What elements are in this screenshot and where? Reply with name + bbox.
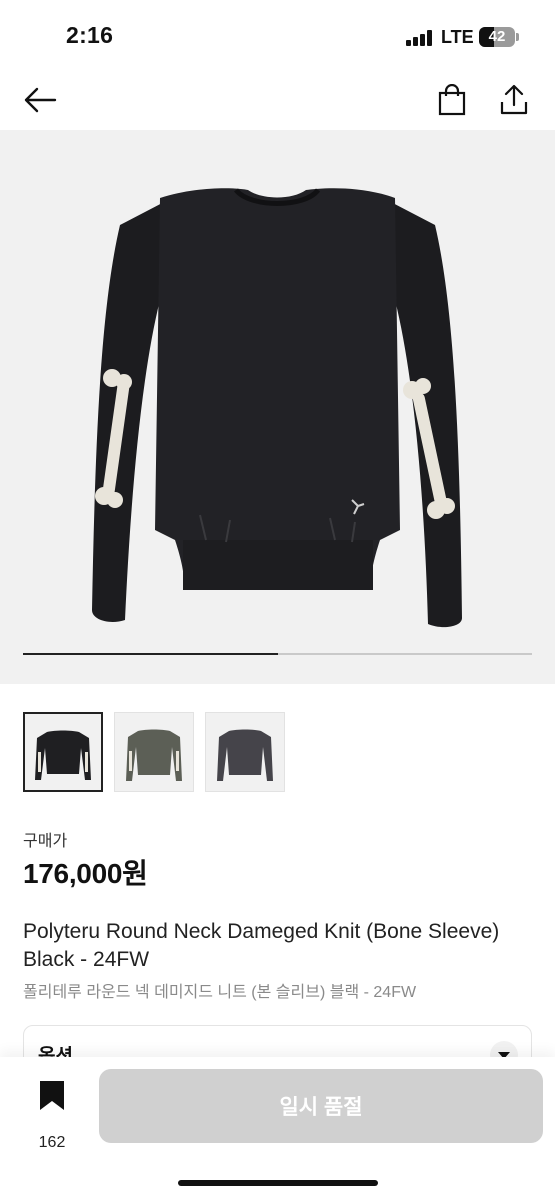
sold-out-button[interactable]: 일시 품절 [99, 1069, 543, 1143]
top-nav [0, 70, 555, 130]
signal-icon [406, 30, 434, 46]
thumbnail-image [217, 729, 273, 781]
share-icon [500, 84, 528, 115]
thumbnail-image [126, 729, 182, 781]
network-type: LTE [441, 27, 474, 47]
thumbnail-olive[interactable] [114, 712, 194, 792]
battery-cap [516, 33, 519, 41]
thumbnail-charcoal[interactable] [205, 712, 285, 792]
gallery-progress-track [23, 653, 532, 655]
product-price: 176,000원 [23, 858, 148, 889]
thumbnail-image [35, 730, 91, 780]
back-button[interactable] [18, 78, 62, 122]
bookmark-button[interactable]: 162 [22, 1079, 82, 1151]
price-label: 구매가 [23, 833, 68, 850]
product-title-ko: 폴리테루 라운드 넥 데미지드 니트 (본 슬리브) 블랙 - 24FW [23, 984, 417, 1001]
bookmark-icon [40, 1081, 64, 1110]
thumbnail-strip [0, 712, 555, 792]
product-title-en: Polyteru Round Neck Dameged Knit (Bone S… [23, 920, 500, 971]
product-sweater-image [92, 188, 462, 628]
battery-level: 42 [488, 28, 506, 45]
cart-button[interactable] [430, 78, 474, 122]
shopping-bag-icon [438, 84, 466, 116]
thumbnail-black[interactable] [23, 712, 103, 792]
battery-icon: 42 [479, 27, 515, 47]
bottom-action-bar: 162 일시 품절 [0, 1057, 555, 1200]
gallery-progress-fill [23, 653, 278, 655]
share-button[interactable] [492, 78, 536, 122]
home-indicator [178, 1180, 378, 1186]
bookmark-count: 162 [38, 1134, 66, 1151]
status-bar: 2:16 LTE 42 [0, 0, 555, 70]
arrow-left-icon [24, 87, 57, 113]
status-time: 2:16 [66, 22, 114, 48]
product-image-gallery[interactable] [0, 130, 555, 684]
